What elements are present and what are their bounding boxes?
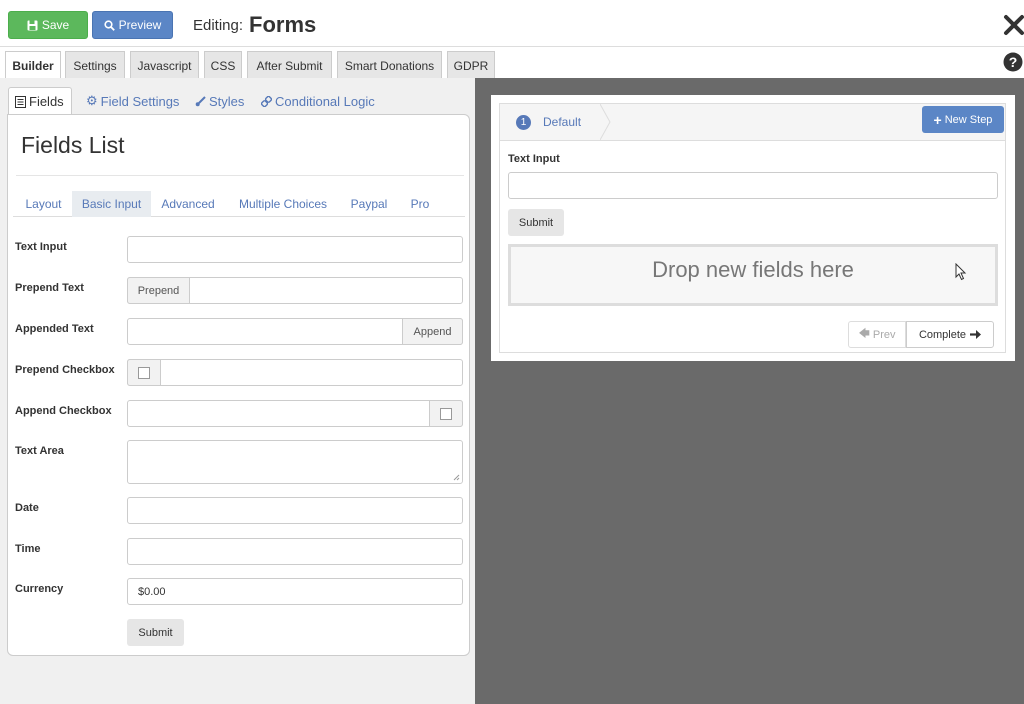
step-content: Text Input Submit Drop new fields here 🡄… xyxy=(499,141,1006,353)
builder-panel: Fields ⚙ Field Settings Styles Condition… xyxy=(0,78,475,704)
save-label: Save xyxy=(41,18,70,32)
arrow-right-icon xyxy=(970,330,982,339)
append-checkbox-field[interactable] xyxy=(127,400,463,427)
tab-after-submit[interactable]: After Submit xyxy=(247,51,332,79)
checkbox[interactable] xyxy=(440,407,452,420)
mouse-cursor-icon xyxy=(955,263,967,281)
fields-list-panel: Fields List Layout Basic Input Advanced … xyxy=(7,114,470,656)
field-label-date: Date xyxy=(15,502,39,514)
form-name: Forms xyxy=(249,12,317,37)
field-label-append-checkbox: Append Checkbox xyxy=(15,405,112,417)
field-label-currency: Currency xyxy=(15,583,64,595)
save-button[interactable]: Save xyxy=(8,11,88,39)
field-label-appended-text: Appended Text xyxy=(15,323,94,335)
tab-javascript[interactable]: Javascript xyxy=(130,51,199,79)
top-toolbar: Save Preview Editing: Forms xyxy=(0,0,1024,46)
prev-button[interactable]: 🡄 Prev xyxy=(848,321,906,348)
list-icon xyxy=(15,95,26,108)
tab-gdpr[interactable]: GDPR xyxy=(447,51,495,79)
complete-label: Complete xyxy=(918,328,967,341)
form-preview: 1 Default + New Step Text Input Submit D… xyxy=(491,95,1015,361)
tab-settings[interactable]: Settings xyxy=(65,51,125,79)
text-input-field[interactable] xyxy=(127,236,463,263)
tab-css[interactable]: CSS xyxy=(204,51,242,79)
step-number-badge: 1 xyxy=(516,115,531,130)
preview-button[interactable]: Preview xyxy=(92,11,173,39)
time-field[interactable] xyxy=(127,538,463,565)
sub-tab-field-settings[interactable]: ⚙ Field Settings xyxy=(86,87,179,115)
prepend-checkbox-addon xyxy=(127,359,161,386)
preview-text-input[interactable] xyxy=(508,172,998,199)
append-checkbox-addon xyxy=(429,400,463,427)
sub-tab-styles[interactable]: Styles xyxy=(195,87,244,115)
field-label-time: Time xyxy=(15,543,41,555)
panel-title: Fields List xyxy=(21,132,125,158)
submit-button[interactable]: Submit xyxy=(127,619,184,646)
currency-value: $0.00 xyxy=(138,585,166,598)
search-icon xyxy=(104,19,115,31)
date-field[interactable] xyxy=(127,497,463,524)
form-canvas: 1 Default + New Step Text Input Submit D… xyxy=(475,78,1024,704)
link-icon xyxy=(261,95,272,107)
gear-icon: ⚙ xyxy=(86,93,98,108)
plus-icon: + xyxy=(933,111,942,128)
drop-zone-text: Drop new fields here xyxy=(652,257,854,282)
sub-tab-conditional-logic[interactable]: Conditional Logic xyxy=(261,87,375,115)
field-label-prepend-checkbox: Prepend Checkbox xyxy=(15,364,115,376)
field-category-tabs: Layout Basic Input Advanced Multiple Cho… xyxy=(13,191,465,217)
checkbox[interactable] xyxy=(138,366,150,379)
tab-builder[interactable]: Builder xyxy=(5,51,61,79)
text-area-field[interactable] xyxy=(127,440,463,484)
tab-smart-donations[interactable]: Smart Donations xyxy=(337,51,442,79)
drop-zone[interactable]: Drop new fields here xyxy=(508,244,998,306)
step-bar: 1 Default + New Step xyxy=(499,103,1006,141)
category-pro[interactable]: Pro xyxy=(405,191,435,217)
category-layout[interactable]: Layout xyxy=(13,191,74,217)
field-label-text-area: Text Area xyxy=(15,445,64,457)
complete-button[interactable]: Complete xyxy=(906,321,994,348)
chevron-right-icon xyxy=(600,104,611,140)
main-tabs: Builder Settings Javascript CSS After Su… xyxy=(0,46,1024,79)
floppy-disk-icon xyxy=(27,20,38,30)
prepend-checkbox-field[interactable] xyxy=(127,359,463,386)
paintbrush-icon xyxy=(195,95,206,106)
category-basic-input[interactable]: Basic Input xyxy=(72,191,151,217)
currency-field[interactable]: $0.00 xyxy=(127,578,463,605)
new-step-button[interactable]: + New Step xyxy=(922,106,1004,133)
preview-submit-button[interactable]: Submit xyxy=(508,209,564,236)
preview-field-label: Text Input xyxy=(508,153,560,165)
field-label-text-input: Text Input xyxy=(15,241,67,253)
category-advanced[interactable]: Advanced xyxy=(157,191,219,217)
editing-label: Editing: xyxy=(193,17,244,34)
prev-label: Prev xyxy=(872,328,896,341)
field-label-prepend-text: Prepend Text xyxy=(15,282,84,294)
prepend-addon: Prepend xyxy=(127,277,190,304)
close-icon[interactable] xyxy=(1003,14,1024,36)
arrow-left-icon: 🡄 xyxy=(858,328,870,340)
help-icon[interactable]: ? xyxy=(1003,52,1023,72)
divider xyxy=(16,175,464,176)
resize-handle-icon[interactable] xyxy=(453,474,460,481)
append-addon: Append xyxy=(402,318,463,345)
svg-text:?: ? xyxy=(1009,54,1018,70)
new-step-label: New Step xyxy=(944,113,993,126)
sub-tab-fields[interactable]: Fields xyxy=(8,87,72,115)
preview-label: Preview xyxy=(118,18,162,32)
category-multiple-choices[interactable]: Multiple Choices xyxy=(233,191,333,217)
step-breadcrumb[interactable]: 1 Default xyxy=(500,104,611,140)
step-name: Default xyxy=(543,115,582,129)
category-paypal[interactable]: Paypal xyxy=(347,191,391,217)
